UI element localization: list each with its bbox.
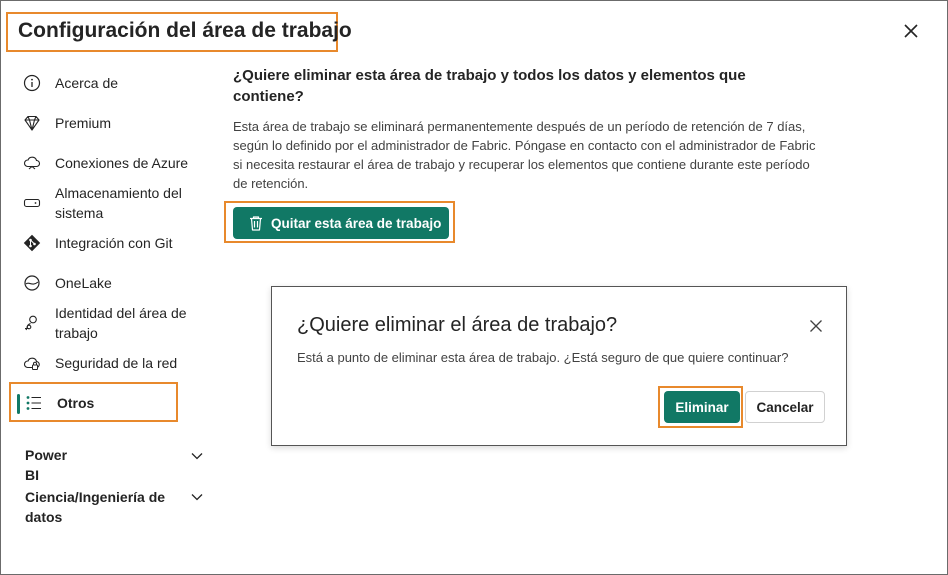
sidebar-item-onelake[interactable]: OneLake: [22, 273, 202, 293]
section-ciencia-datos[interactable]: Ciencia/Ingeniería de datos: [25, 487, 175, 527]
chevron-down-icon[interactable]: [190, 490, 204, 504]
dialog-message: Está a punto de eliminar esta área de tr…: [297, 350, 789, 365]
storage-icon: [22, 193, 42, 213]
delete-description: Esta área de trabajo se eliminará perman…: [233, 119, 816, 191]
sidebar-item-label: Identidad del área de trabajo: [55, 305, 187, 341]
identity-icon: [22, 313, 42, 333]
sidebar-item-label: Otros: [57, 395, 95, 411]
sidebar-item-git[interactable]: Integración con Git: [22, 233, 202, 253]
info-icon: [22, 73, 42, 93]
delete-heading: ¿Quiere eliminar esta área de trabajo y …: [233, 67, 746, 105]
panel-title: Configuración del área de trabajo: [18, 19, 352, 42]
chevron-down-icon[interactable]: [190, 449, 204, 463]
remove-workspace-button[interactable]: Quitar esta área de trabajo: [233, 207, 449, 239]
sidebar-item-label: Almacenamiento del sistema: [55, 185, 182, 221]
cancel-button[interactable]: Cancelar: [745, 391, 825, 423]
remove-workspace-label: Quitar esta área de trabajo: [271, 215, 442, 231]
onelake-icon: [22, 273, 42, 293]
sidebar-item-label: OneLake: [55, 275, 112, 291]
sidebar-item-seguridad-red[interactable]: Seguridad de la red: [22, 353, 202, 373]
cloud-lock-icon: [22, 353, 42, 373]
sidebar-item-identidad[interactable]: Identidad del área de trabajo: [22, 303, 202, 343]
list-icon: [24, 393, 44, 413]
sidebar-item-label: Acerca de: [55, 75, 119, 91]
close-icon[interactable]: [902, 22, 920, 40]
selected-indicator: [17, 394, 20, 414]
sidebar-item-conexiones-azure[interactable]: Conexiones de Azure: [22, 153, 202, 173]
git-icon: [22, 233, 42, 253]
confirm-delete-button[interactable]: Eliminar: [664, 391, 740, 423]
sidebar-item-label: Premium: [55, 115, 112, 131]
sidebar-item-label: Conexiones de Azure: [55, 155, 189, 171]
close-icon[interactable]: [808, 318, 824, 334]
section-power-bi[interactable]: Power BI: [25, 445, 67, 485]
sidebar-item-label: Integración con Git: [55, 235, 173, 251]
sidebar-item-otros[interactable]: Otros: [24, 393, 204, 413]
sidebar-item-label: Seguridad de la red: [55, 355, 178, 371]
trash-icon: [247, 214, 265, 232]
diamond-icon: [22, 113, 42, 133]
dialog-title: ¿Quiere eliminar el área de trabajo?: [297, 314, 618, 336]
sidebar-item-acerca-de[interactable]: Acerca de: [22, 73, 202, 93]
sidebar-item-almacenamiento[interactable]: Almacenamiento del sistema: [22, 183, 202, 223]
sidebar-item-premium[interactable]: Premium: [22, 113, 202, 133]
cloud-link-icon: [22, 153, 42, 173]
